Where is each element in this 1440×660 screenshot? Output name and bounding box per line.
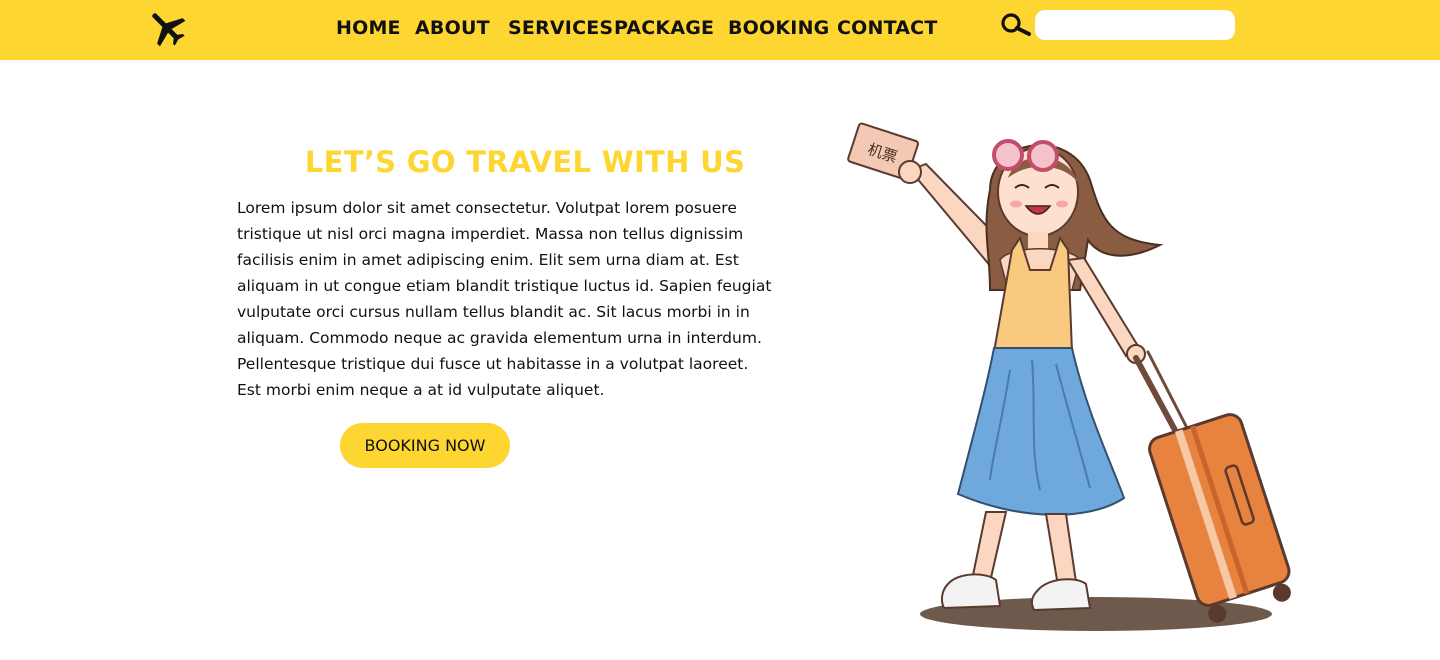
hero-description: Lorem ipsum dolor sit amet consectetur. …	[237, 199, 772, 399]
navbar: HOME ABOUT SERVICES PACKAGE BOOKING CONT…	[0, 0, 1440, 60]
hero-title: LET’S GO TRAVEL WITH US	[304, 145, 746, 179]
search-icon[interactable]	[1000, 12, 1032, 38]
search-input[interactable]	[1035, 10, 1235, 40]
nav-contact[interactable]: CONTACT	[837, 17, 938, 39]
nav-package[interactable]: PACKAGE	[614, 17, 714, 39]
airplane-icon[interactable]	[146, 9, 188, 47]
nav-home[interactable]: HOME	[336, 17, 401, 39]
nav-services[interactable]: SERVICES	[508, 17, 613, 39]
nav-about[interactable]: ABOUT	[415, 17, 490, 39]
traveler-illustration: 机票	[847, 122, 1291, 631]
booking-now-button[interactable]: BOOKING NOW	[340, 423, 510, 468]
nav-booking[interactable]: BOOKING	[728, 17, 829, 39]
